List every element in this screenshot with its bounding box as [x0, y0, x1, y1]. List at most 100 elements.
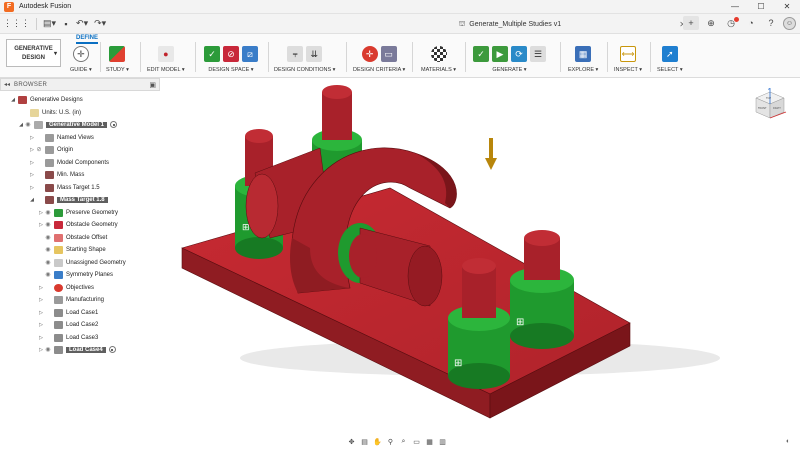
load-case-icon — [54, 345, 63, 354]
tree-item-symmetry-planes[interactable]: ◉ Symmetry Planes — [44, 269, 113, 280]
active-radio-icon[interactable] — [110, 121, 118, 128]
load-case-icon — [54, 333, 63, 342]
collapsed-triangle-icon[interactable]: ▷ — [38, 285, 44, 291]
zoom-icon[interactable]: ⚲ — [385, 438, 396, 446]
tree-item-load-case-2[interactable]: ▷ Load Case2 — [38, 319, 98, 330]
visibility-eye-icon[interactable]: ◉ — [44, 259, 52, 266]
tree-item-load-case-4[interactable]: ▷ ◉ Load Case4 — [38, 344, 116, 355]
guide-group[interactable]: ✛ GUIDE ▾ — [70, 44, 92, 76]
collapsed-triangle-icon[interactable]: ▷ — [38, 297, 44, 303]
visibility-eye-icon[interactable]: ⊘ — [35, 146, 43, 153]
select-group[interactable]: ➚ SELECT ▾ — [657, 44, 683, 76]
display-settings-icon[interactable]: ▭ — [411, 438, 422, 446]
canvas-viewport[interactable]: ⊞ ⊞ ⊞ Z TOP FRONT RIGHT — [160, 78, 800, 438]
visibility-eye-icon[interactable]: ◉ — [44, 234, 52, 241]
redo-icon[interactable]: ↷▾ — [91, 17, 109, 31]
expanded-triangle-icon[interactable]: ◢ — [29, 197, 35, 203]
minimize-button[interactable]: — — [722, 0, 748, 14]
help-icon[interactable]: ? — [763, 16, 779, 30]
structural-load-icon: ⇊ — [306, 46, 323, 62]
user-avatar-icon[interactable]: ☺ — [783, 16, 796, 30]
tree-item-min-mass[interactable]: ▷ Min. Mass — [29, 169, 84, 180]
maximize-button[interactable]: ☐ — [748, 0, 774, 14]
design-criteria-group[interactable]: ✛ ▭ DESIGN CRITERIA ▾ — [353, 44, 405, 76]
visibility-eye-icon[interactable]: ◉ — [44, 271, 52, 278]
materials-group[interactable]: MATERIALS ▾ — [421, 44, 456, 76]
collapsed-triangle-icon[interactable]: ▷ — [38, 310, 44, 316]
tree-item-load-case-1[interactable]: ▷ Load Case1 — [38, 307, 98, 318]
viewcube[interactable]: Z TOP FRONT RIGHT — [752, 86, 788, 122]
tree-item-named-views[interactable]: ▷ Named Views — [29, 132, 94, 143]
generative-design-icon — [18, 95, 27, 104]
undo-icon[interactable]: ↶▾ — [73, 17, 91, 31]
extensions-icon[interactable]: ⊕ — [703, 16, 719, 30]
tree-item-obstacle-geometry[interactable]: ▷ ◉ Obstacle Geometry — [38, 219, 118, 230]
pan-icon[interactable]: ✋ — [372, 438, 383, 446]
close-button[interactable]: ✕ — [774, 0, 800, 14]
visibility-eye-icon[interactable]: ◉ — [44, 209, 52, 216]
folder-icon — [45, 133, 54, 142]
design-conditions-group[interactable]: ⫧ ⇊ DESIGN CONDITIONS ▾ — [274, 44, 335, 76]
visibility-eye-icon[interactable]: ◉ — [44, 246, 52, 253]
study-group[interactable]: STUDY ▾ — [106, 44, 129, 76]
browser-pin-icon[interactable]: ▣ — [149, 81, 156, 89]
tree-item-load-case-3[interactable]: ▷ Load Case3 — [38, 332, 98, 343]
look-at-icon[interactable]: ▤ — [359, 438, 370, 446]
explore-group[interactable]: ▦ EXPLORE ▾ — [568, 44, 598, 76]
expanded-triangle-icon[interactable]: ◢ — [10, 97, 16, 103]
precheck-icon: ✓ — [473, 46, 489, 62]
visibility-eye-icon[interactable]: ◉ — [44, 221, 52, 228]
collapsed-triangle-icon[interactable]: ▷ — [29, 160, 35, 166]
edit-model-group[interactable]: ● EDIT MODEL ▾ — [147, 44, 185, 76]
collapse-browser-icon[interactable]: ◂◂ — [4, 81, 10, 88]
grid-settings-icon[interactable]: ▦ — [424, 438, 435, 446]
inspect-group[interactable]: ⟷ INSPECT ▾ — [614, 44, 642, 76]
tree-item-origin[interactable]: ▷ ⊘ Origin — [29, 144, 73, 155]
obstacle-offset-icon — [54, 233, 63, 242]
tab-define[interactable]: DEFINE — [76, 35, 99, 44]
tree-item-manufacturing[interactable]: ▷ Manufacturing — [38, 294, 104, 305]
svg-text:⊞: ⊞ — [242, 223, 250, 233]
model-3d-view[interactable]: ⊞ ⊞ ⊞ — [160, 78, 800, 438]
collapsed-triangle-icon[interactable]: ▷ — [29, 135, 35, 141]
tab-bar: ⋮⋮⋮ ▤▾ ▪ ↶▾ ↷▾ ⛫ Generate_Multiple Studi… — [0, 14, 800, 34]
zoom-window-icon[interactable]: ⌕ — [398, 438, 409, 446]
viewports-icon[interactable]: ▥ — [437, 438, 448, 446]
design-space-group[interactable]: ✓ ⊘ ⧄ DESIGN SPACE ▾ — [204, 44, 258, 76]
svg-text:TOP: TOP — [766, 96, 771, 100]
tree-item-starting-shape[interactable]: ◉ Starting Shape — [44, 244, 106, 255]
tree-item-obstacle-offset[interactable]: ◉ Obstacle Offset — [44, 232, 107, 243]
objectives-icon — [54, 283, 63, 292]
tree-item-mass-target-1-8[interactable]: ◢ Mass Target 1.8 — [29, 194, 108, 205]
tree-item-objectives[interactable]: ▷ Objectives — [38, 282, 94, 293]
job-status-icon[interactable]: ◷ — [723, 16, 739, 30]
collapsed-triangle-icon[interactable]: ▷ — [29, 172, 35, 178]
new-tab-button[interactable]: + — [683, 16, 699, 30]
grid-icon[interactable]: ⋮⋮⋮ — [0, 17, 33, 31]
svg-text:⊞: ⊞ — [454, 358, 462, 369]
document-tab[interactable]: ⛫ Generate_Multiple Studies v1 ✕ — [330, 16, 690, 32]
load-case-icon — [54, 320, 63, 329]
tree-item-mass-target-1-5[interactable]: ▷ Mass Target 1.5 — [29, 182, 100, 193]
tree-item-preserve-geometry[interactable]: ▷ ◉ Preserve Geometry — [38, 207, 118, 218]
active-radio-icon[interactable] — [108, 346, 116, 353]
file-icon[interactable]: ▤▾ — [40, 17, 59, 31]
tree-item-model-components[interactable]: ▷ Model Components — [29, 157, 109, 168]
tree-item-unassigned-geometry[interactable]: ◉ Unassigned Geometry — [44, 257, 126, 268]
visibility-eye-icon[interactable]: ◉ — [44, 346, 52, 353]
tree-item-generative-model-1[interactable]: ◢ ◉ Generative Model 1 — [18, 119, 118, 130]
tree-item-units[interactable]: Units: U.S. (in) — [28, 107, 81, 118]
workspace-switcher[interactable]: GENERATIVE DESIGN ▾ — [6, 39, 61, 67]
save-icon[interactable]: ▪ — [59, 17, 73, 31]
collapsed-triangle-icon[interactable]: ▷ — [38, 322, 44, 328]
camera-icon[interactable]: ◐ — [786, 438, 794, 446]
load-arrow — [485, 138, 497, 170]
starting-shape-icon — [54, 245, 63, 254]
orbit-icon[interactable]: ✥ — [346, 438, 357, 446]
tree-item-generative-designs[interactable]: ◢ Generative Designs — [10, 94, 83, 105]
visibility-eye-icon[interactable]: ◉ — [24, 121, 32, 128]
collapsed-triangle-icon[interactable]: ▷ — [29, 185, 35, 191]
generate-group[interactable]: ✓ ▶ ⟳ ☰ GENERATE ▾ — [473, 44, 546, 76]
collapsed-triangle-icon[interactable]: ▷ — [38, 335, 44, 341]
notifications-icon[interactable]: ◔ — [743, 16, 759, 30]
